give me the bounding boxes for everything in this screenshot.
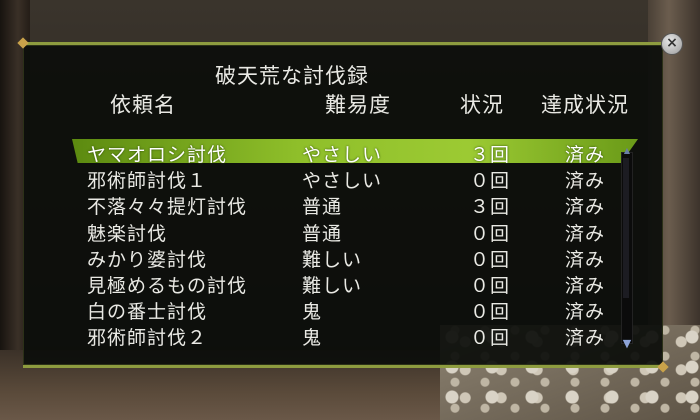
quest-name: みかり婆討伐 [87,249,208,271]
quest-difficulty: やさしい [302,144,383,166]
quest-completion: 済み [565,170,606,192]
quest-row[interactable]: 邪術師討伐１ やさしい ０回 済み [0,166,700,192]
column-header-name: 依頼名 [110,93,176,117]
quest-difficulty: 普通 [302,196,343,218]
quest-status: ０回 [470,170,511,192]
column-header-status: 状況 [460,93,504,117]
quest-status: ０回 [470,301,511,323]
quest-status: ０回 [470,327,511,349]
quest-row[interactable]: ヤマオロシ討伐 やさしい ３回 済み [0,140,700,166]
quest-difficulty: 鬼 [302,327,323,349]
panel-title: 破天荒な討伐録 [215,64,369,88]
quest-difficulty: やさしい [302,170,383,192]
quest-name: 邪術師討伐１ [87,170,208,192]
quest-row[interactable]: みかり婆討伐 難しい ０回 済み [0,245,700,271]
quest-row[interactable]: 白の番士討伐 鬼 ０回 済み [0,297,700,323]
quest-difficulty: 普通 [302,223,343,245]
quest-status: ０回 [470,249,511,271]
quest-completion: 済み [565,196,606,218]
column-header-completion: 達成状況 [541,93,629,117]
quest-row[interactable]: 見極めるもの討伐 難しい ０回 済み [0,271,700,297]
quest-completion: 済み [565,275,606,297]
quest-completion: 済み [565,144,606,166]
quest-row[interactable]: 邪術師討伐２ 鬼 ０回 済み [0,323,700,349]
quest-name: 魅楽討伐 [87,223,168,245]
quest-name: 白の番士討伐 [87,301,208,323]
scroll-down-arrow-icon[interactable]: ▼ [620,338,634,349]
quest-name: 邪術師討伐２ [87,327,208,349]
quest-status: ０回 [470,275,511,297]
quest-completion: 済み [565,301,606,323]
quest-name: 不落々々提灯討伐 [87,196,248,218]
quest-name: 見極めるもの討伐 [87,275,248,297]
column-header-difficulty: 難易度 [325,93,391,117]
quest-status: ３回 [470,196,511,218]
quest-completion: 済み [565,249,606,271]
scrollbar-thumb[interactable] [623,158,629,298]
quest-difficulty: 難しい [302,249,363,271]
quest-difficulty: 難しい [302,275,363,297]
quest-name: ヤマオロシ討伐 [87,144,228,166]
scroll-up-arrow-icon[interactable]: ▲ [621,147,633,155]
quest-row[interactable]: 不落々々提灯討伐 普通 ３回 済み [0,192,700,218]
quest-completion: 済み [565,223,606,245]
close-button[interactable]: × [661,33,683,55]
quest-completion: 済み [565,327,606,349]
quest-difficulty: 鬼 [302,301,323,323]
quest-row[interactable]: 魅楽討伐 普通 ０回 済み [0,219,700,245]
quest-status: ３回 [470,144,511,166]
quest-status: ０回 [470,223,511,245]
